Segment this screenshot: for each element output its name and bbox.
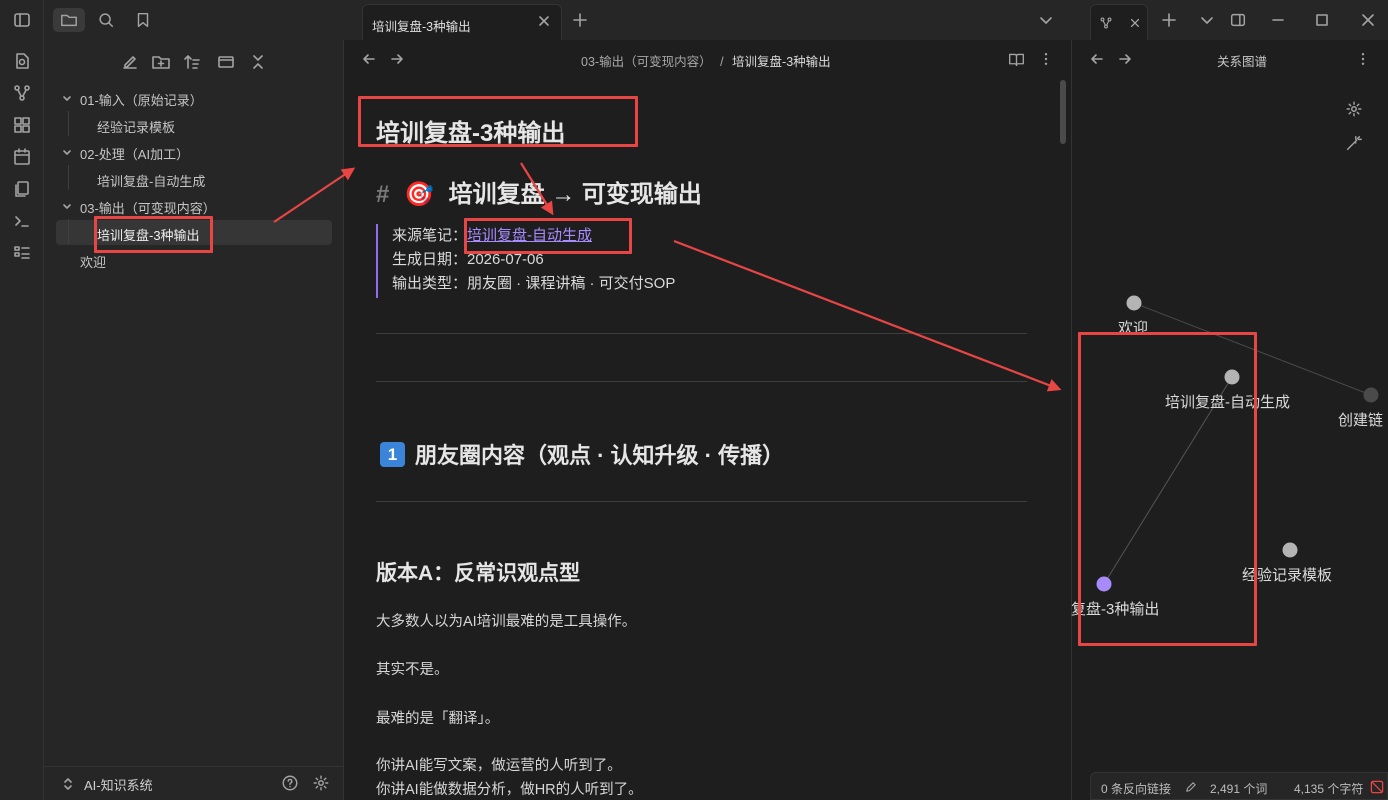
annotation-box-title [358,96,638,147]
tab-list-chevron-icon[interactable] [1039,13,1053,27]
chevron-down-icon[interactable] [62,148,72,158]
command-palette-icon[interactable] [12,211,32,231]
section-title: 朋友圈内容（观点 · 认知升级 · 传播） [415,443,785,468]
backlinks-count[interactable]: 0 条反向链接 [1101,780,1171,797]
paragraph: 大多数人以为AI培训最难的是工具操作。 [376,614,637,630]
graph-node-create-link[interactable] [1363,387,1379,403]
new-tab-icon[interactable] [573,13,587,27]
vault-switch-chevron-icon[interactable] [62,778,74,790]
new-folder-icon[interactable] [151,52,171,72]
graph-label-create-link: 创建链 [1338,412,1384,429]
divider [376,501,1027,502]
chevron-down-icon[interactable] [62,94,72,104]
back-arrow-icon[interactable] [362,52,376,66]
file-explorer-sidebar: 01-输入（原始记录） 经验记录模板 02-处理（AI加工） 培训复盘-自动生成… [44,40,344,800]
search-tab-button[interactable] [90,8,122,32]
folder-input[interactable]: 01-输入（原始记录） [80,90,203,109]
vault-name[interactable]: AI-知识系统 [84,775,153,794]
vault-switcher-bar: AI-知识系统 [44,766,344,800]
tree-guide [68,219,69,244]
editor-scrollbar[interactable] [1060,80,1066,144]
version-heading: 版本A：反常识观点型 [376,562,581,585]
search-icon [99,13,114,28]
help-icon[interactable] [281,774,299,792]
tab-graph-view[interactable] [1090,4,1148,40]
window-close-icon[interactable] [1361,13,1375,27]
heading-1: # 🎯 培训复盘 → 可变现输出 [376,174,702,209]
graph-node-template[interactable] [1282,542,1298,558]
reading-view-book-icon[interactable] [1008,51,1025,68]
paragraph: 你讲AI能做数据分析，做HR的人听到了。 [376,782,643,798]
paragraph: 其实不是。 [376,662,449,678]
breadcrumb-folder[interactable]: 03-输出（可变现内容） [581,55,712,69]
left-ribbon [0,0,44,800]
annotation-box-source-link [464,218,632,254]
heading-hash-marker: # [376,181,390,208]
obsidian-window: 培训复盘-3种输出 01-输入（原始记录） 经验记录模板 02-处理（AI加工） [0,0,1388,800]
word-count: 2,491 个词 [1210,782,1268,796]
edit-pencil-icon[interactable] [1184,780,1198,794]
tree-guide [68,111,69,136]
paragraph: 最难的是「翻译」。 [376,711,500,727]
source-label: 来源笔记： [392,227,468,244]
maximize-icon[interactable] [1315,13,1329,27]
target-emoji-icon: 🎯 [404,181,434,208]
settings-gear-icon[interactable] [312,774,330,792]
collapse-all-icon[interactable] [248,52,268,72]
graph-tab-icon [1100,17,1112,29]
forward-arrow-icon[interactable] [390,52,404,66]
close-icon[interactable] [537,14,551,28]
breadcrumb-file[interactable]: 培训复盘-3种输出 [732,55,831,69]
tree-guide [68,165,69,190]
divider [376,333,1027,334]
canvas-icon[interactable] [12,115,32,135]
close-icon[interactable] [1129,17,1141,29]
title-bar: 培训复盘-3种输出 [44,0,1388,40]
chevron-down-icon[interactable] [62,202,72,212]
minimize-icon[interactable] [1271,13,1285,27]
paragraph: 你讲AI能写文案，做运营的人听到了。 [376,758,622,774]
templates-icon[interactable] [12,179,32,199]
file-experience-template[interactable]: 经验记录模板 [97,117,175,136]
divider [376,381,1027,382]
bookmarks-list-icon[interactable] [12,243,32,263]
status-bar: 0 条反向链接 2,491 个词 4,135 个字符 [1090,772,1388,800]
annotation-box-sidebar-file [94,216,213,253]
auto-reveal-icon[interactable] [216,52,236,72]
new-tab-icon[interactable] [1162,13,1176,27]
breadcrumb-separator: / [720,55,724,69]
file-explorer-tab-button[interactable] [53,8,85,32]
heading-1-text: 培训复盘 → 可变现输出 [448,181,702,208]
view-header: 03-输出（可变现内容） / 培训复盘-3种输出 [344,40,1070,78]
folder-icon [61,14,77,27]
file-welcome[interactable]: 欢迎 [80,252,106,271]
annotation-box-graph [1078,332,1257,646]
bookmarks-tab-button[interactable] [127,8,159,32]
section-heading-moments: 1 朋友圈内容（观点 · 认知升级 · 传播） [380,438,784,470]
daily-note-icon[interactable] [12,147,32,167]
new-note-icon[interactable] [120,52,140,72]
graph-view-icon[interactable] [12,83,32,103]
editor-pane: 03-输出（可变现内容） / 培训复盘-3种输出 培训复盘-3种输出 # 🎯 培… [344,40,1070,800]
sort-icon[interactable] [182,52,202,72]
right-sidebar-toggle-icon[interactable] [1229,11,1247,29]
file-auto-generated[interactable]: 培训复盘-自动生成 [97,171,205,190]
sync-off-icon[interactable] [1369,779,1385,795]
sidebar-toggle-icon[interactable] [12,10,32,30]
type-line: 输出类型：朋友圈 · 课程讲稿 · 可交付SOP [392,275,676,292]
tab-title: 培训复盘-3种输出 [372,20,471,34]
more-options-icon[interactable] [1038,51,1054,67]
folder-process[interactable]: 02-处理（AI加工） [80,144,189,163]
tab-list-chevron-icon[interactable] [1200,13,1214,27]
tab-current-note[interactable]: 培训复盘-3种输出 [362,4,562,40]
breadcrumb: 03-输出（可变现内容） / 培训复盘-3种输出 [581,51,831,70]
quick-switcher-icon[interactable] [12,51,32,71]
keycap-one-icon: 1 [380,442,405,467]
folder-output[interactable]: 03-输出（可变现内容） [80,198,216,217]
bookmark-icon [137,12,149,28]
char-count: 4,135 个字符 [1294,782,1364,796]
graph-node-welcome[interactable] [1126,295,1142,311]
